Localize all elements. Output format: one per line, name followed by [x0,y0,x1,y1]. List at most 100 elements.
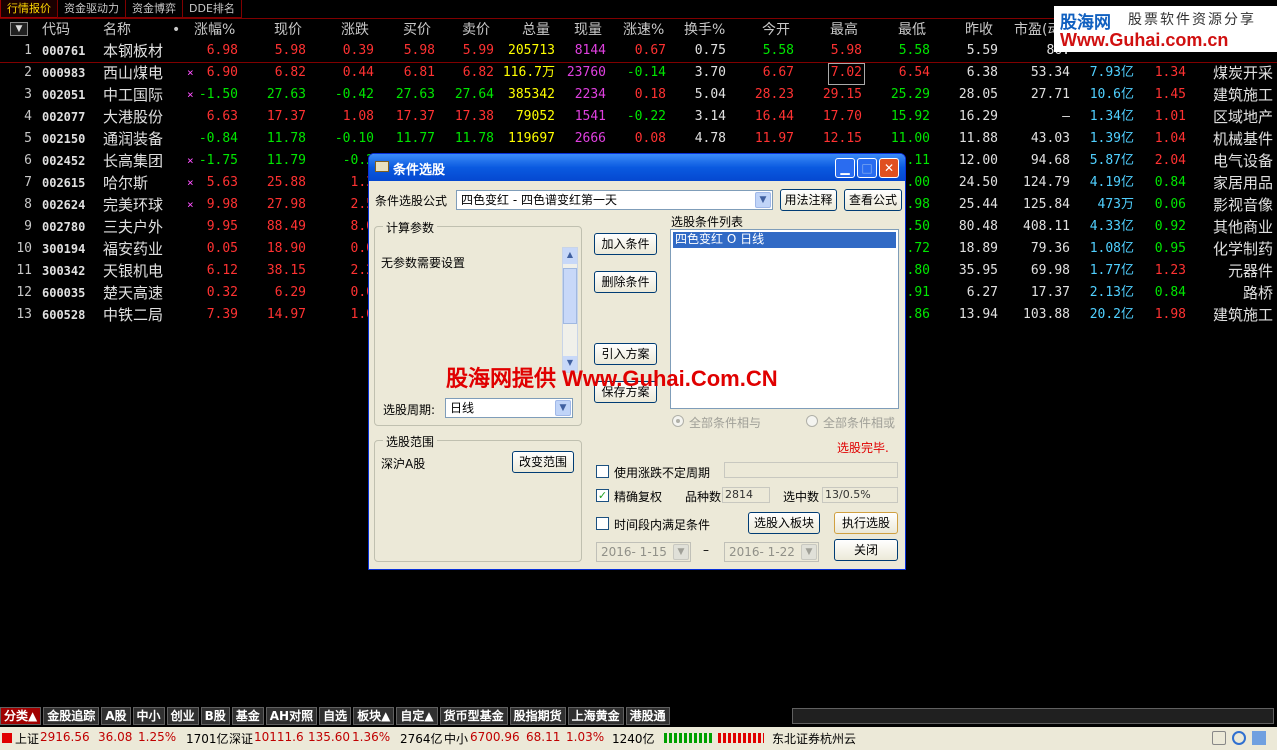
horizontal-scrollbar[interactable] [792,708,1274,724]
cell-price: 18.90 [266,241,306,256]
col-header-price[interactable]: 现价 [274,19,302,41]
radio-and[interactable] [672,415,684,427]
tab-index-futures[interactable]: 股指期货 [509,707,566,725]
cell-price: 14.97 [266,307,306,322]
stock-code: 002615 [42,176,86,190]
time-range-checkbox[interactable] [596,517,609,530]
tab-fund[interactable]: 基金 [231,707,264,725]
minimize-icon[interactable]: ▁ [835,158,855,178]
sort-dropdown-icon[interactable]: ▼ [10,22,28,36]
cell-cur: 23760 [566,65,606,80]
tab-dde-rank[interactable]: DDE排名 [182,0,242,18]
date-to[interactable]: 2016- 1-22 ▼ [724,542,819,562]
col-header-low[interactable]: 最低 [898,19,926,41]
cell-chg: -1.75 [198,153,238,168]
col-header-prev-close[interactable]: 昨收 [965,19,993,41]
close-icon[interactable]: ✕ [879,158,899,178]
tab-golden-track[interactable]: 金股追踪 [43,707,100,725]
col-header-diff[interactable]: 涨跌 [341,19,369,41]
col-header-speed[interactable]: 涨速% [623,19,664,41]
table-row[interactable]: 5 002150 通润装备 -0.84 11.78 -0.10 11.77 11.78 1196… [0,129,1277,151]
execute-button[interactable]: 执行选股 [834,512,898,534]
cell-speed: -0.22 [626,109,666,124]
col-header-ask[interactable]: 卖价 [462,19,490,41]
tab-sector[interactable]: 板块▲ [353,707,395,725]
usage-button[interactable]: 用法注释 [780,189,837,211]
cell-pe: 27.71 [1030,87,1070,102]
col-header-chg-pct[interactable]: 涨幅% [194,19,235,41]
cell-low: 11.00 [890,131,930,146]
view-formula-button[interactable]: 查看公式 [844,189,902,211]
industry: 化学制药 [1212,240,1273,258]
chevron-down-icon[interactable]: ▼ [755,192,771,208]
close-button[interactable]: 关闭 [834,539,898,561]
row-index: 6 [24,153,32,168]
list-item[interactable]: 四色变红 O 日线 [673,232,896,248]
cell-high: 7.02 [827,63,865,85]
tab-quotes[interactable]: 行情报价 [0,0,58,18]
chevron-down-icon[interactable]: ▼ [555,400,571,416]
scroll-thumb[interactable] [563,268,577,324]
col-header-name[interactable]: 名称 [103,19,131,41]
col-header-cur-volume[interactable]: 现量 [574,19,602,41]
col-header-turnover[interactable]: 换手% [684,19,725,41]
tab-watchlist[interactable]: 自选 [319,707,352,725]
use-period-checkbox[interactable] [596,465,609,478]
delete-condition-button[interactable]: 删除条件 [594,271,657,293]
selected-value: 13/0.5% [822,487,898,503]
tab-category[interactable]: 分类▲ [0,707,42,725]
maximize-icon[interactable]: □ [857,158,877,178]
period-select[interactable]: 日线 ▼ [445,398,573,418]
cell-prev: 11.88 [958,131,998,146]
add-condition-button[interactable]: 加入条件 [594,233,657,255]
tab-sme[interactable]: 中小 [132,707,165,725]
exact-adjust-checkbox[interactable]: ✓ [596,489,609,502]
chevron-down-icon[interactable]: ▼ [673,544,689,560]
col-header-high[interactable]: 最高 [830,19,858,41]
col-header-volume[interactable]: 总量 [522,19,550,41]
stock-name: 西山煤电 [103,64,164,82]
tab-fund-drive[interactable]: 资金驱动力 [57,0,126,18]
lock-icon[interactable] [1212,731,1226,745]
formula-value: 四色变红 - 四色谱变红第一天 [461,193,617,207]
row-index: 10 [16,241,32,256]
tab-custom[interactable]: 自定▲ [396,707,438,725]
table-row[interactable]: 2 000983 西山煤电 × 6.90 6.82 0.44 6.81 6.82 116.7万 23… [0,63,1277,85]
network-icon[interactable] [1252,731,1266,745]
scroll-up-icon[interactable]: ▲ [563,248,577,264]
signal-icon[interactable] [1232,731,1246,745]
params-scrollbar[interactable]: ▲ ▼ [562,247,578,373]
row-index: 1 [24,43,32,58]
col-header-bid[interactable]: 买价 [403,19,431,41]
tab-fund-game[interactable]: 资金博弈 [125,0,183,18]
cell-open: 11.97 [754,131,794,146]
date-to-value: 2016- 1-22 [729,545,795,559]
chevron-down-icon[interactable]: ▼ [801,544,817,560]
dialog-titlebar[interactable]: 条件选股 ▁ □ ✕ [369,154,905,181]
industry: 机械基件 [1212,130,1273,148]
cell-pe: 408.11 [1023,219,1070,234]
tab-gem[interactable]: 创业 [166,707,199,725]
table-row[interactable]: 3 002051 中工国际 × -1.50 27.63 -0.42 27.63 27.64 385… [0,85,1277,107]
cell-high: 17.70 [822,109,862,124]
tab-b-share[interactable]: B股 [200,707,230,725]
date-from[interactable]: 2016- 1-15 ▼ [596,542,691,562]
table-row[interactable]: 4 002077 大港股份 6.63 17.37 1.08 17.37 17.38 79052 1… [0,107,1277,129]
col-header-code[interactable]: 代码 [42,19,70,41]
change-range-button[interactable]: 改变范围 [512,451,574,473]
tab-sh-gold[interactable]: 上海黄金 [567,707,624,725]
cell-mcap: 10.6亿 [1089,87,1134,102]
tab-hk-connect[interactable]: 港股通 [625,707,670,725]
cell-vr: 1.04 [1154,131,1186,146]
to-block-button[interactable]: 选股入板块 [748,512,820,534]
cell-vr: 2.04 [1154,153,1186,168]
radio-or[interactable] [806,415,818,427]
cell-bid: 27.63 [395,87,435,102]
tab-a-share[interactable]: A股 [101,707,131,725]
industry: 煤炭开采 [1212,64,1273,82]
tab-money-fund[interactable]: 货币型基金 [439,707,508,725]
formula-select[interactable]: 四色变红 - 四色谱变红第一天 ▼ [456,190,773,210]
col-header-open[interactable]: 今开 [762,19,790,41]
tab-ah-compare[interactable]: AH对照 [265,707,318,725]
cell-chg: 6.98 [206,43,238,58]
